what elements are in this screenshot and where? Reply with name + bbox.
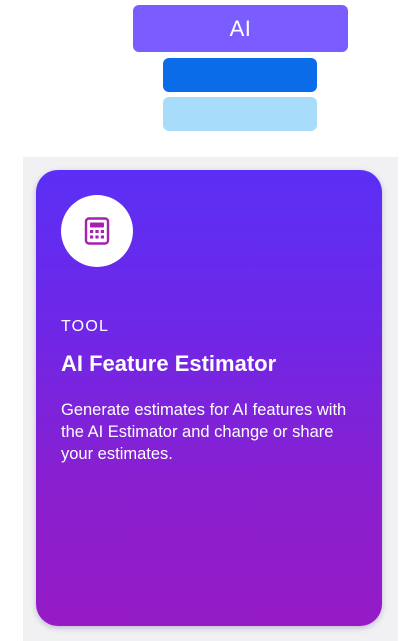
calculator-icon xyxy=(84,217,110,245)
tool-card[interactable]: TOOL AI Feature Estimator Generate estim… xyxy=(36,170,382,626)
stack-bar-primary xyxy=(163,58,317,92)
card-description: Generate estimates for AI features with … xyxy=(61,401,347,463)
card-category: TOOL xyxy=(61,318,110,335)
card-title: AI Feature Estimator xyxy=(61,351,277,376)
page: AI TOOL AI Feature Estimator Generate es… xyxy=(0,0,408,641)
ai-label-bar: AI xyxy=(133,5,348,52)
ai-label: AI xyxy=(229,15,252,41)
icon-badge xyxy=(61,195,133,267)
stack-bar-secondary xyxy=(163,97,317,131)
